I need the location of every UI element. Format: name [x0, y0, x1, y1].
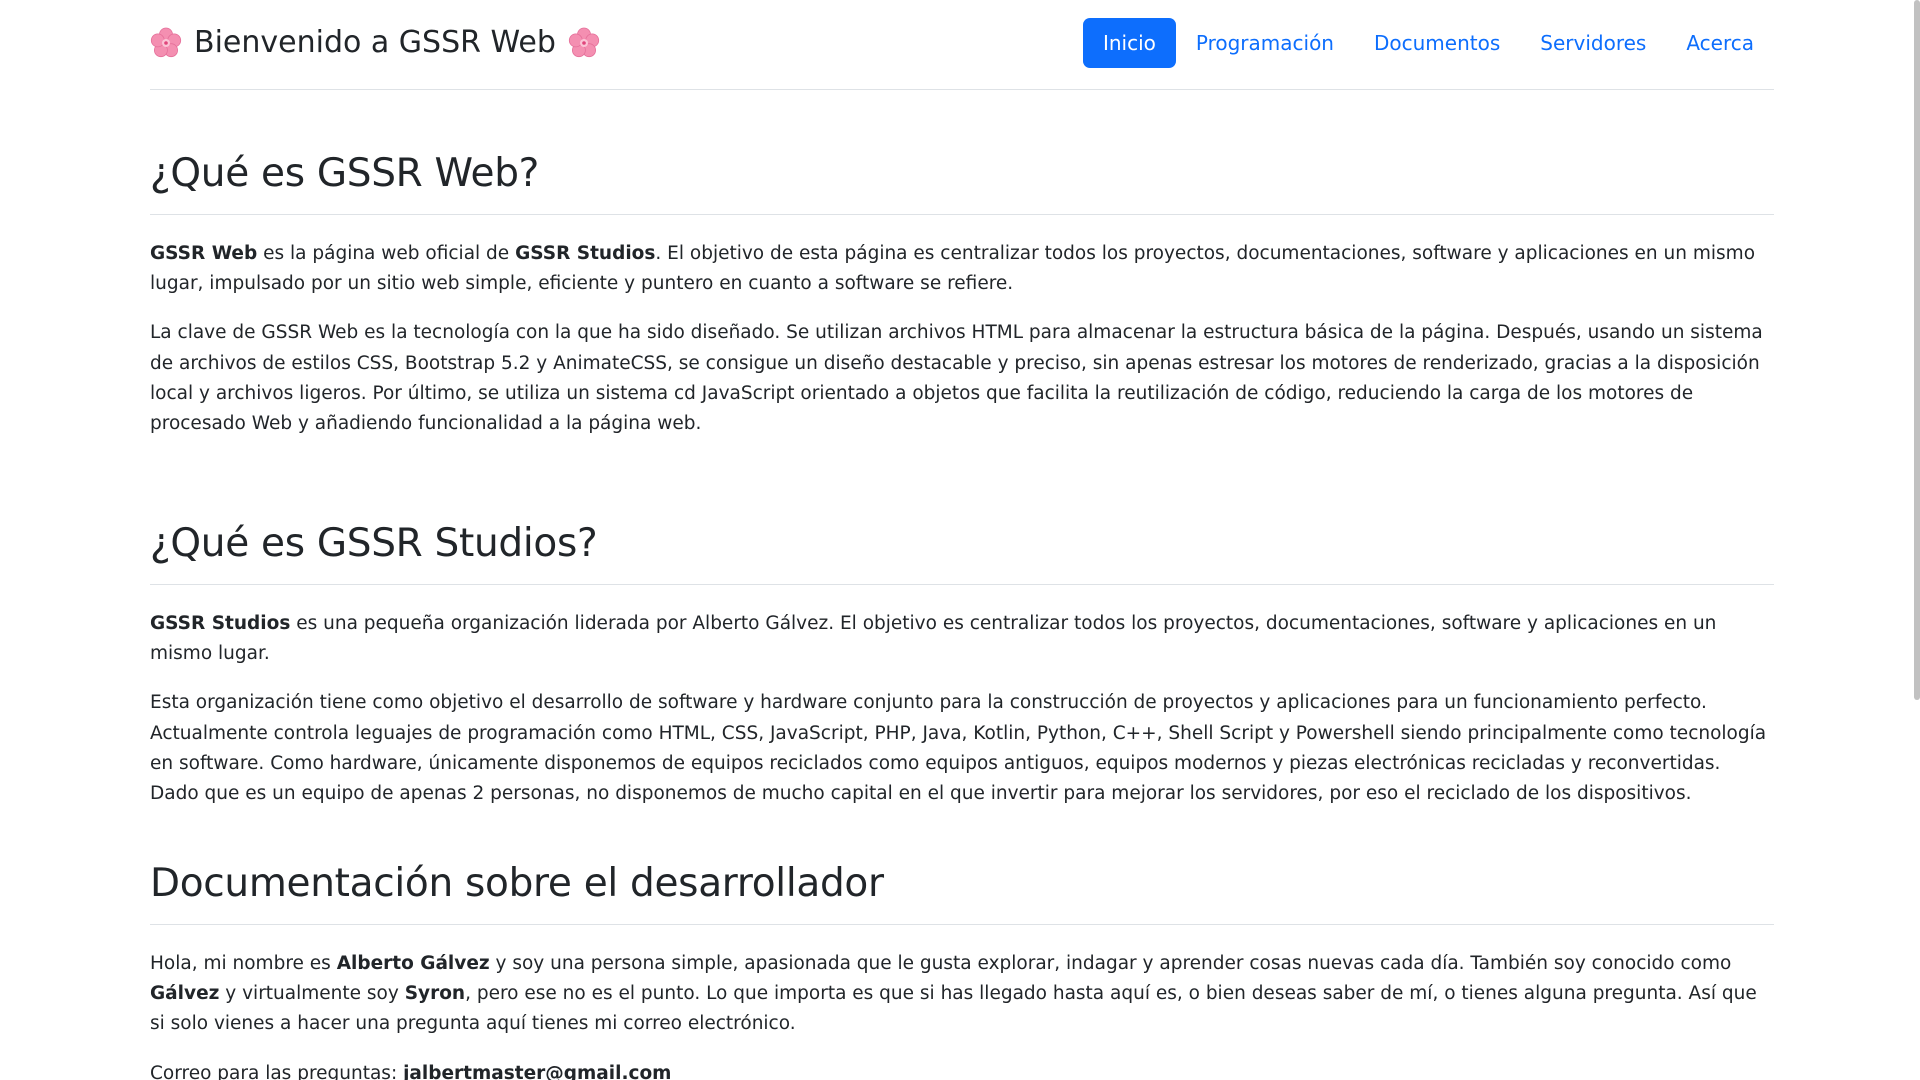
paragraph-text: Hola, mi nombre es: [150, 953, 337, 974]
nav-item-acerca[interactable]: Acerca: [1666, 18, 1774, 68]
email-link[interactable]: jalbertmaster@gmail.com: [403, 1063, 671, 1080]
page-scrollbar[interactable]: [1914, 0, 1920, 700]
bold-text: Alberto Gálvez: [336, 953, 490, 974]
paragraph-text: es la página web oficial de: [257, 243, 516, 264]
paragraph-text: y virtualmente soy: [219, 983, 405, 1005]
cherry-blossom-icon: [568, 27, 600, 57]
email-label: Correo para las preguntas:: [150, 1062, 404, 1080]
section-heading: ¿Qué es GSSR Web?: [150, 150, 1774, 215]
section-paragraph: GSSR Web es la página web oficial de GSS…: [150, 239, 1774, 299]
nav-item-documentos[interactable]: Documentos: [1354, 18, 1520, 68]
top-navbar: Bienvenido a GSSR Web Inicio Programació…: [150, 0, 1774, 90]
bold-text: Syron: [404, 983, 466, 1005]
paragraph-text: es una pequeña organización liderada por…: [150, 613, 1717, 665]
section-paragraph: Hola, mi nombre es Alberto Gálvez y soy …: [150, 949, 1774, 1040]
bold-text: GSSR Web: [150, 243, 258, 264]
section-paragraph: La clave de GSSR Web es la tecnología co…: [150, 322, 1763, 435]
nav-item-inicio[interactable]: Inicio: [1082, 17, 1176, 68]
main-nav: Inicio Programación Documentos Servidore…: [1082, 17, 1774, 68]
email-paragraph: Correo para las preguntas: jalbertmaster…: [150, 1059, 1774, 1080]
cherry-blossom-icon: [150, 27, 182, 57]
section-paragraph: Esta organización tiene como objetivo el…: [150, 692, 1767, 805]
section-developer-documentation: Documentación sobre el desarrollador Hol…: [150, 860, 1774, 1080]
section-what-is-gssr-studios: ¿Qué es GSSR Studios? GSSR Studios es un…: [150, 520, 1774, 809]
page-container: Bienvenido a GSSR Web Inicio Programació…: [150, 0, 1774, 1080]
brand-title: Bienvenido a GSSR Web: [194, 25, 556, 60]
paragraph-text: y soy una persona simple, apasionada que…: [489, 953, 1732, 974]
bold-text: GSSR Studios: [515, 243, 656, 264]
bold-text: GSSR Studios: [150, 613, 291, 634]
section-heading: Documentación sobre el desarrollador: [150, 860, 1774, 925]
bold-text: Gálvez: [150, 983, 220, 1005]
nav-item-servidores[interactable]: Servidores: [1520, 18, 1666, 68]
section-heading: ¿Qué es GSSR Studios?: [150, 520, 1774, 585]
section-paragraph: GSSR Studios es una pequeña organización…: [150, 609, 1774, 669]
brand[interactable]: Bienvenido a GSSR Web: [150, 25, 600, 60]
nav-item-programacion[interactable]: Programación: [1176, 18, 1354, 68]
section-what-is-gssr-web: ¿Qué es GSSR Web? GSSR Web es la página …: [150, 150, 1774, 439]
